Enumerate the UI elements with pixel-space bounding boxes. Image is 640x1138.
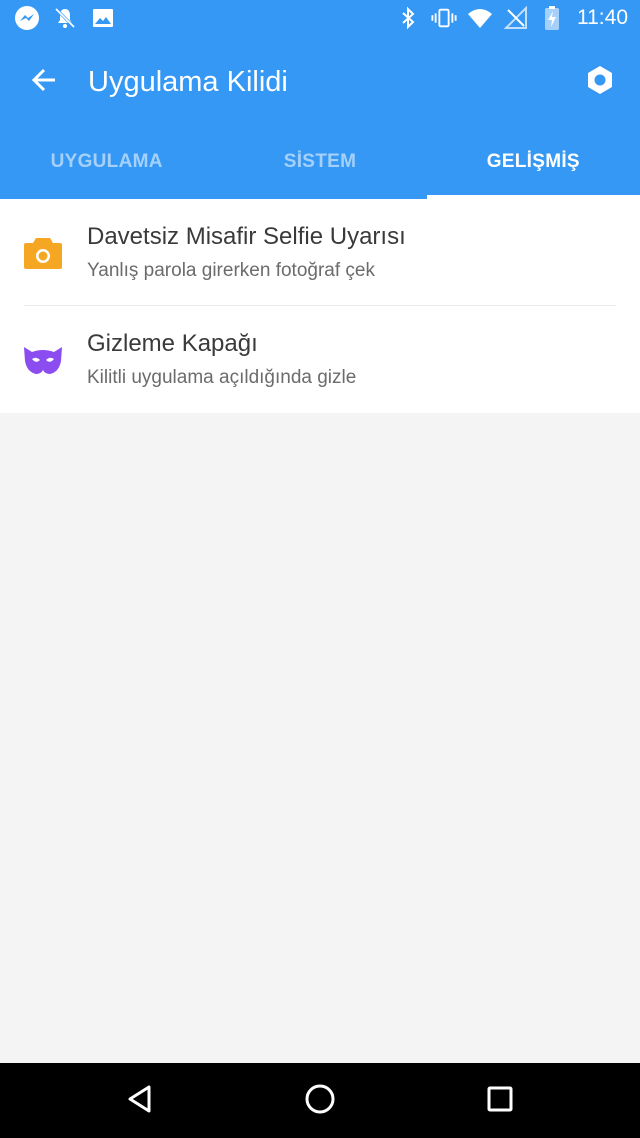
no-signal-icon xyxy=(503,5,529,31)
settings-button[interactable] xyxy=(576,58,624,106)
status-bar: 11:40 xyxy=(0,0,640,40)
back-button[interactable] xyxy=(20,58,68,106)
status-bar-left xyxy=(14,5,116,31)
status-time: 11:40 xyxy=(577,6,628,29)
back-triangle-icon xyxy=(125,1084,155,1119)
list-item-intruder-selfie[interactable]: Davetsiz Misafir Selfie Uyarısı Yanlış p… xyxy=(0,199,640,306)
system-nav-bar xyxy=(0,1063,640,1138)
hexagon-settings-icon xyxy=(584,64,616,101)
list-item-subtitle: Yanlış parola girerken fotoğraf çek xyxy=(87,260,375,281)
wifi-icon xyxy=(467,5,493,31)
list-item-hide-cover[interactable]: Gizleme Kapağı Kilitli uygulama açıldığı… xyxy=(0,306,640,413)
nav-back-button[interactable] xyxy=(114,1075,166,1127)
app-toolbar: Uygulama Kilidi xyxy=(0,40,640,124)
recents-square-icon xyxy=(486,1085,514,1118)
mask-icon xyxy=(22,340,64,380)
image-icon xyxy=(90,5,116,31)
messenger-icon xyxy=(14,5,40,31)
status-bar-right: 11:40 xyxy=(395,5,628,31)
bluetooth-icon xyxy=(395,5,421,31)
tab-gelismis[interactable]: GELİŞMİŞ xyxy=(426,124,640,199)
advanced-settings-list: Davetsiz Misafir Selfie Uyarısı Yanlış p… xyxy=(0,199,640,413)
notifications-off-icon xyxy=(52,5,78,31)
list-item-subtitle: Kilitli uygulama açıldığında gizle xyxy=(87,367,357,388)
tab-bar: UYGULAMA SİSTEM GELİŞMİŞ xyxy=(0,124,640,199)
battery-charging-icon xyxy=(539,5,565,31)
nav-recents-button[interactable] xyxy=(474,1075,526,1127)
nav-home-button[interactable] xyxy=(294,1075,346,1127)
home-circle-icon xyxy=(304,1083,336,1120)
camera-icon xyxy=(22,233,64,273)
tab-sistem[interactable]: SİSTEM xyxy=(213,124,426,199)
list-item-title: Davetsiz Misafir Selfie Uyarısı xyxy=(87,223,406,250)
list-item-title: Gizleme Kapağı xyxy=(87,330,258,357)
vibrate-icon xyxy=(431,5,457,31)
page-title: Uygulama Kilidi xyxy=(88,66,288,98)
tab-uygulama[interactable]: UYGULAMA xyxy=(0,124,213,199)
arrow-back-icon xyxy=(30,66,58,99)
